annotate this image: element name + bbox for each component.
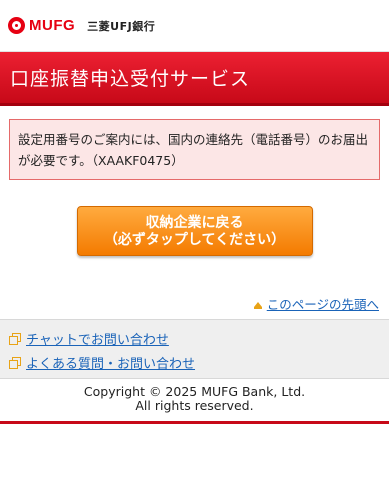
error-message-text: 設定用番号のご案内には、国内の連絡先（電話番号）のお届出が必要です。（XAAKF… (18, 132, 369, 168)
faq-link-row: よくある質問・お問い合わせ (0, 350, 389, 374)
site-header: MUFG 三菱UFJ銀行 (0, 0, 389, 52)
page-title: 口座振替申込受付サービス (10, 68, 251, 90)
external-window-icon (9, 356, 21, 369)
page-top-link[interactable]: このページの先頭へ (267, 297, 379, 312)
help-links: チャットでお問い合わせ よくある質問・お問い合わせ (0, 319, 389, 379)
page-top-link-area: このページの先頭へ (0, 294, 389, 313)
title-bar: 口座振替申込受付サービス (0, 52, 389, 106)
bank-name: 三菱UFJ銀行 (87, 19, 156, 33)
error-message-box: 設定用番号のご案内には、国内の連絡先（電話番号）のお届出が必要です。（XAAKF… (9, 119, 380, 180)
return-button-line2: （必ずタップしてください） (103, 232, 286, 248)
faq-inquiry-link[interactable]: よくある質問・お問い合わせ (26, 353, 195, 372)
site-footer: Copyright © 2025 MUFG Bank, Ltd. All rig… (0, 379, 389, 424)
return-to-merchant-button[interactable]: 収納企業に戻る （必ずタップしてください） (76, 206, 313, 256)
chat-link-row: チャットでお問い合わせ (0, 326, 389, 350)
arrow-up-icon (253, 302, 262, 309)
mufg-logo-icon (8, 17, 25, 34)
external-window-icon (9, 332, 21, 345)
chat-inquiry-link[interactable]: チャットでお問い合わせ (26, 329, 169, 348)
rights-text: All rights reserved. (135, 398, 254, 413)
copyright-text: Copyright © 2025 MUFG Bank, Ltd. (83, 384, 306, 399)
button-area: 収納企業に戻る （必ずタップしてください） (0, 206, 389, 256)
return-button-line1: 収納企業に戻る (145, 215, 244, 231)
brand-logo-text: MUFG (29, 17, 76, 34)
